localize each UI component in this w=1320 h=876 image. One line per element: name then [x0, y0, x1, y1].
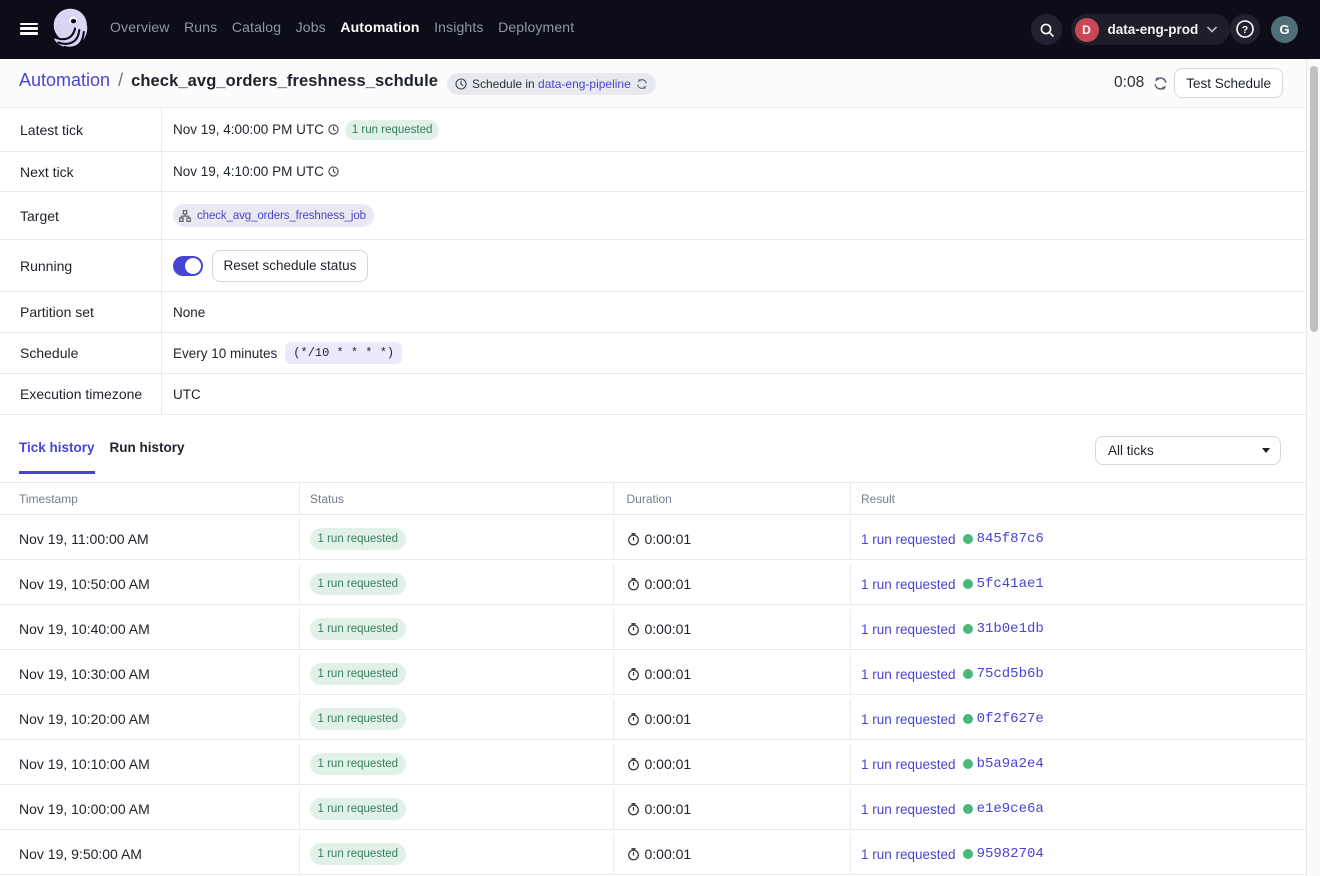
svg-text:?: ? [1242, 24, 1248, 36]
